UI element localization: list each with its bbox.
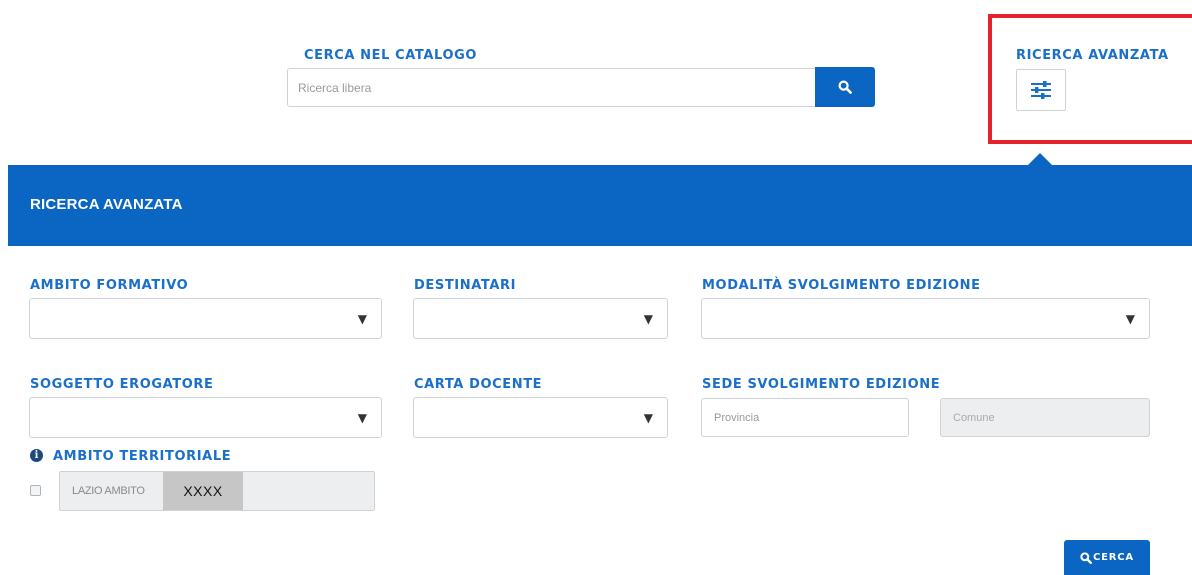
destinatari-select[interactable]: ▼ [413,298,668,339]
advanced-search-panel-title: RICERCA AVANZATA [30,196,183,213]
territory-option: LAZIO AMBITO XXXX [59,471,375,511]
destinatari-label: DESTINATARI [414,278,517,293]
territory-option-text: LAZIO AMBITO [72,485,145,497]
modalita-label: MODALITÀ SVOLGIMENTO EDIZIONE [702,278,981,293]
redaction-box: XXXX [163,472,243,510]
territory-checkbox[interactable] [30,485,41,496]
provincia-input[interactable] [701,398,909,437]
sliders-icon [1031,81,1051,99]
carta-docente-select[interactable]: ▼ [413,397,668,438]
modalita-select[interactable]: ▼ [701,298,1150,339]
search-input[interactable] [287,68,816,107]
search-button[interactable] [815,67,875,107]
chevron-down-icon: ▼ [1125,312,1135,326]
soggetto-erogatore-select[interactable]: ▼ [29,397,382,438]
advanced-search-panel-header [8,165,1192,246]
redacted-text: XXXX [183,483,223,499]
comune-input[interactable] [940,398,1150,437]
soggetto-erogatore-label: SOGGETTO EROGATORE [30,377,214,392]
chevron-down-icon: ▼ [643,312,653,326]
chevron-down-icon: ▼ [357,411,367,425]
chevron-down-icon: ▼ [643,411,653,425]
chevron-down-icon: ▼ [357,312,367,326]
search-icon [838,80,852,94]
search-label: CERCA NEL CATALOGO [304,48,478,63]
ambito-territoriale-label: AMBITO TERRITORIALE [53,449,232,464]
ambito-formativo-select[interactable]: ▼ [29,298,382,339]
search-icon [1080,551,1093,564]
cerca-button[interactable]: CERCA [1064,540,1150,575]
info-icon: i [30,449,43,462]
cerca-button-label: CERCA [1093,552,1134,563]
advanced-search-button[interactable] [1016,69,1066,111]
carta-docente-label: CARTA DOCENTE [414,377,543,392]
ambito-formativo-label: AMBITO FORMATIVO [30,278,189,293]
advanced-search-toggle-label: RICERCA AVANZATA [1016,48,1169,63]
sede-label: SEDE SVOLGIMENTO EDIZIONE [702,377,941,392]
